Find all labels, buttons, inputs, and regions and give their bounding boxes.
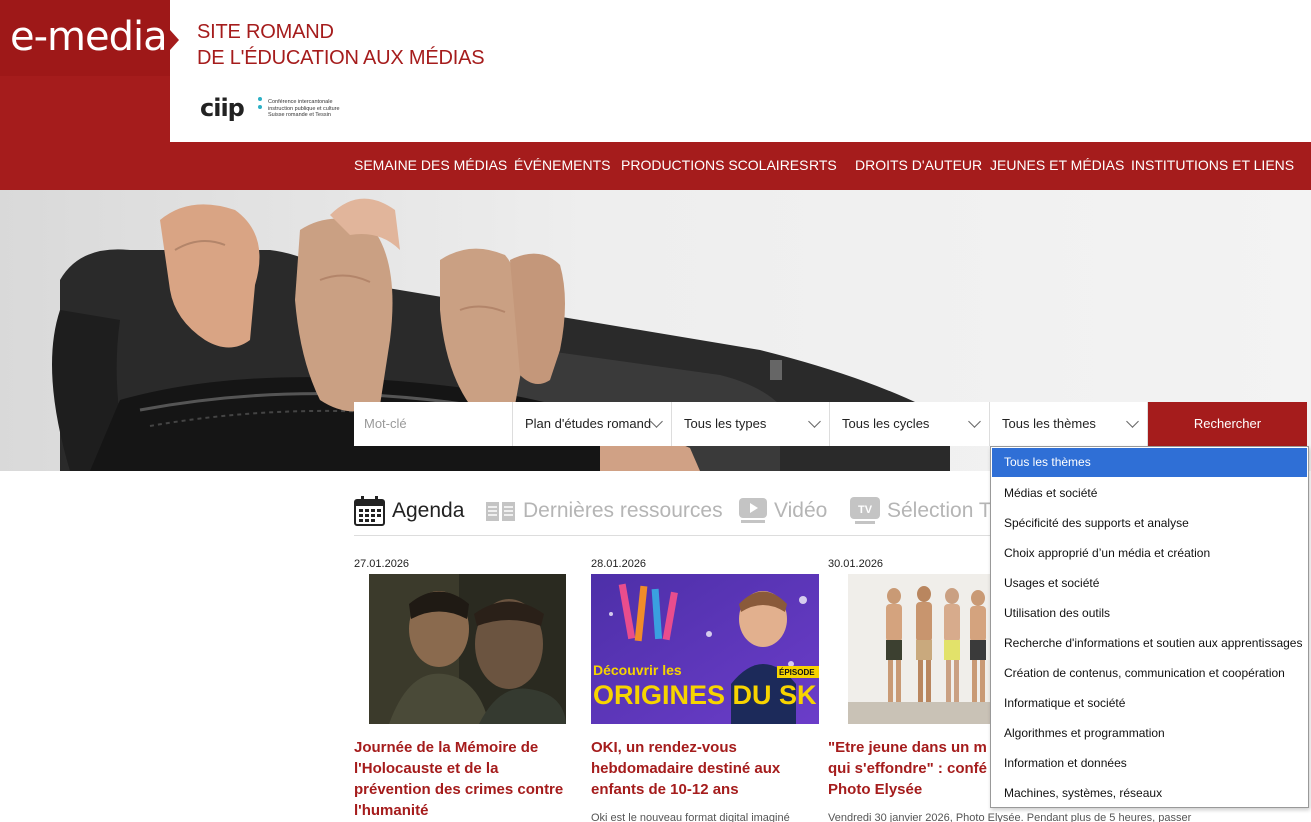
site-title[interactable]: SITE ROMAND DE L'ÉDUCATION AUX MÉDIAS bbox=[197, 19, 485, 71]
tab-agenda-label: Agenda bbox=[392, 499, 465, 522]
card-title-line: l'humanité bbox=[354, 802, 429, 819]
card-description: Oki est le nouveau format digital imagin… bbox=[591, 812, 790, 822]
main-nav: SEMAINE DES MÉDIAS ÉVÉNEMENTS PRODUCTION… bbox=[0, 142, 1311, 190]
types-select[interactable]: Tous les types bbox=[672, 402, 830, 446]
card-title-line: enfants de 10-12 ans bbox=[591, 781, 739, 798]
chevron-down-icon bbox=[968, 415, 981, 428]
ciip-sub-line: Conférence intercantonale bbox=[268, 99, 333, 105]
ciip-subtitle: Conférence intercantonale instruction pu… bbox=[268, 99, 340, 119]
site-title-line2: DE L'ÉDUCATION AUX MÉDIAS bbox=[197, 47, 485, 69]
card-title-line: Photo Elysée bbox=[828, 781, 923, 798]
search-bar: Mot-clé Plan d'études romand Tous les ty… bbox=[354, 402, 1307, 446]
episode-badge: ÉPISODE bbox=[779, 668, 815, 677]
logo-block[interactable]: e-media bbox=[0, 0, 170, 142]
types-select-value: Tous les types bbox=[684, 416, 767, 431]
tab-selection-tv[interactable]: TV Sélection T bbox=[850, 494, 992, 528]
thumbnail-text-line1: Découvrir les bbox=[593, 662, 682, 678]
ciip-dots-icon bbox=[258, 97, 262, 113]
card-title-line: Journée de la Mémoire de bbox=[354, 739, 539, 756]
tv-icon: TV bbox=[850, 497, 880, 524]
book-icon bbox=[486, 502, 515, 521]
nav-item-jeunes-et-medias[interactable]: JEUNES ET MÉDIAS bbox=[990, 157, 1124, 173]
search-button[interactable]: Rechercher bbox=[1148, 402, 1307, 446]
dropdown-option[interactable]: Choix approprié d’un média et création bbox=[991, 538, 1308, 568]
chevron-down-icon bbox=[1126, 415, 1139, 428]
themes-select[interactable]: Tous les thèmes bbox=[990, 402, 1148, 446]
tabs-divider bbox=[354, 535, 990, 536]
nav-item-semaine-des-medias[interactable]: SEMAINE DES MÉDIAS bbox=[354, 157, 507, 173]
card-title-line: prévention des crimes contre bbox=[354, 781, 564, 798]
tab-video-label: Vidéo bbox=[774, 499, 828, 522]
content-tabs: Agenda Dernières ressources Vidéo TV Sél… bbox=[354, 494, 994, 534]
card-title[interactable]: Journée de la Mémoire de l'Holocauste et… bbox=[354, 737, 579, 821]
tab-video[interactable]: Vidéo bbox=[739, 494, 827, 528]
nav-item-rts[interactable]: RTS bbox=[809, 157, 837, 173]
dropdown-option[interactable]: Création de contenus, communication et c… bbox=[991, 658, 1308, 688]
dropdown-option[interactable]: Algorithmes et programmation bbox=[991, 718, 1308, 748]
tab-dernieres-ressources-label: Dernières ressources bbox=[523, 499, 723, 522]
site-header: e-media SITE ROMAND DE L'ÉDUCATION AUX M… bbox=[0, 0, 1311, 142]
dropdown-option[interactable]: Spécificité des supports et analyse bbox=[991, 508, 1308, 538]
nav-item-evenements[interactable]: ÉVÉNEMENTS bbox=[514, 157, 610, 173]
themes-dropdown-list[interactable]: Tous les thèmes Médias et société Spécif… bbox=[990, 446, 1309, 808]
plan-select-value: Plan d'études romand bbox=[525, 416, 652, 431]
cycles-select-value: Tous les cycles bbox=[842, 416, 930, 431]
nav-item-productions-scolaires[interactable]: PRODUCTIONS SCOLAIRES bbox=[621, 157, 808, 173]
card-image[interactable] bbox=[369, 574, 566, 724]
film-still-image bbox=[369, 574, 566, 724]
dropdown-option[interactable]: Tous les thèmes bbox=[992, 448, 1307, 477]
calendar-icon bbox=[354, 496, 385, 526]
tab-dernieres-ressources[interactable]: Dernières ressources bbox=[485, 494, 723, 528]
tab-agenda[interactable]: Agenda bbox=[354, 494, 464, 528]
card-title-line: hebdomadaire destiné aux bbox=[591, 760, 781, 777]
ciip-sub-line: Suisse romande et Tessin bbox=[268, 112, 331, 118]
ciip-logo-word: ciip bbox=[200, 94, 245, 122]
chevron-down-icon bbox=[808, 415, 821, 428]
oki-episode-thumbnail: ÉPISODE Découvrir les ORIGINES DU SK bbox=[591, 574, 819, 724]
card-image[interactable]: ÉPISODE Découvrir les ORIGINES DU SK bbox=[591, 574, 819, 724]
dropdown-option[interactable]: Médias et société bbox=[991, 478, 1308, 508]
nav-item-institutions-et-liens[interactable]: INSTITUTIONS ET LIENS bbox=[1131, 157, 1294, 173]
card-title-line: qui s'effondre" : confé bbox=[828, 760, 988, 777]
card-date: 30.01.2026 bbox=[828, 558, 884, 570]
card-title-line: OKI, un rendez-vous bbox=[591, 739, 737, 756]
card-title-line: "Etre jeune dans un m bbox=[828, 739, 987, 756]
card-date: 27.01.2026 bbox=[354, 558, 410, 570]
young-men-photo bbox=[848, 574, 990, 724]
site-logo[interactable]: e-media bbox=[10, 14, 168, 60]
dropdown-option[interactable]: Utilisation des outils bbox=[991, 598, 1308, 628]
card-title[interactable]: "Etre jeune dans un m qui s'effondre" : … bbox=[828, 737, 990, 800]
card-image[interactable] bbox=[848, 574, 990, 724]
chevron-down-icon bbox=[650, 415, 663, 428]
svg-text:TV: TV bbox=[858, 504, 873, 516]
dropdown-option[interactable]: Machines, systèmes, réseaux bbox=[991, 778, 1308, 808]
dropdown-option[interactable]: Informatique et société bbox=[991, 688, 1308, 718]
card-title[interactable]: OKI, un rendez-vous hebdomadaire destiné… bbox=[591, 737, 816, 800]
card-title-line: l'Holocauste et de la bbox=[354, 760, 499, 777]
dropdown-option[interactable]: Information et données bbox=[991, 748, 1308, 778]
thumbnail-text-line2: ORIGINES DU SK bbox=[593, 680, 817, 710]
play-icon bbox=[739, 498, 767, 523]
dropdown-option[interactable]: Recherche d'informations et soutien aux … bbox=[991, 628, 1308, 658]
plan-select[interactable]: Plan d'études romand bbox=[513, 402, 672, 446]
logo-arrow-icon bbox=[170, 30, 179, 50]
card-description: Vendredi 30 janvier 2026, Photo Elysée. … bbox=[828, 812, 1192, 822]
tab-selection-tv-label: Sélection T bbox=[887, 499, 992, 522]
dropdown-option[interactable]: Usages et société bbox=[991, 568, 1308, 598]
nav-item-droits-auteur[interactable]: DROITS D'AUTEUR bbox=[855, 157, 982, 173]
themes-select-value: Tous les thèmes bbox=[1002, 416, 1096, 431]
card-date: 28.01.2026 bbox=[591, 558, 647, 570]
site-title-line1: SITE ROMAND bbox=[197, 21, 334, 43]
keyword-input[interactable]: Mot-clé bbox=[354, 402, 513, 446]
cycles-select[interactable]: Tous les cycles bbox=[830, 402, 990, 446]
